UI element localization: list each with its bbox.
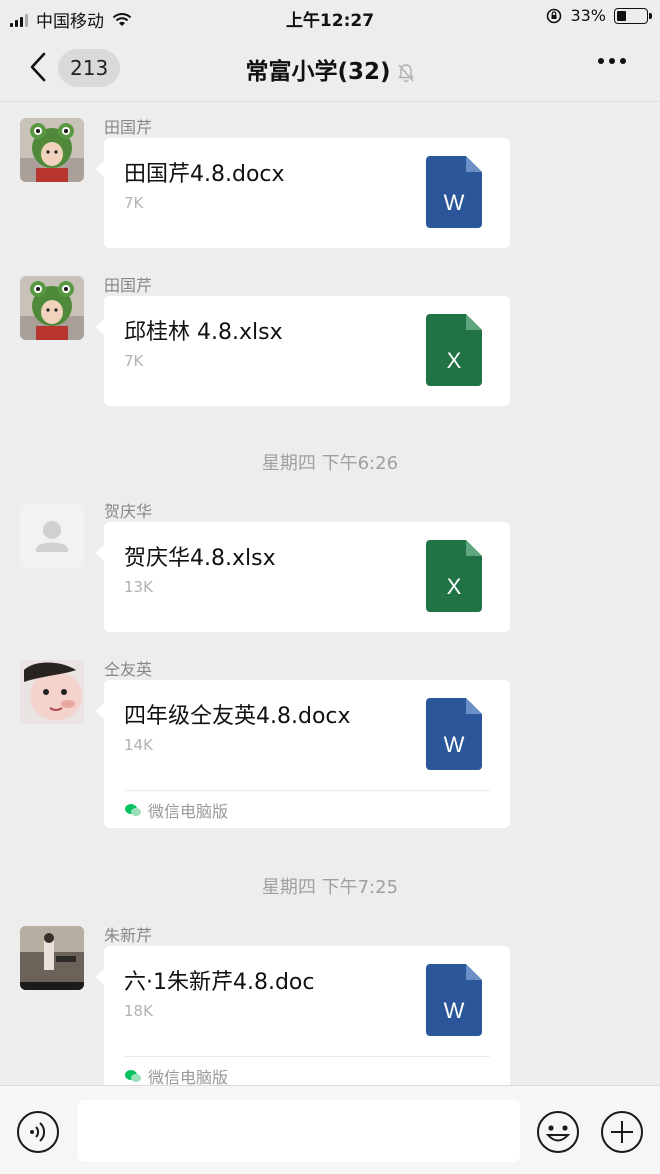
source-label: 微信电脑版 bbox=[148, 801, 229, 821]
file-name: 贺庆华4.8.xlsx bbox=[124, 546, 276, 571]
avatar[interactable] bbox=[20, 926, 84, 990]
file-name: 四年级仝友英4.8.docx bbox=[124, 704, 351, 729]
child-face-photo bbox=[20, 660, 84, 724]
sender-name: 田国芹 bbox=[104, 276, 153, 295]
rotation-lock-icon bbox=[547, 8, 562, 23]
excel-file-icon: X bbox=[426, 540, 482, 612]
frog-hat-child-photo bbox=[20, 118, 84, 182]
file-name: 六·1朱新芹4.8.doc bbox=[124, 970, 315, 995]
avatar[interactable] bbox=[20, 276, 84, 340]
sender-name: 仝友英 bbox=[104, 660, 153, 679]
file-message-bubble[interactable]: 四年级仝友英4.8.docx 14K W 微信电脑版 bbox=[95, 680, 510, 828]
file-name: 田国芹4.8.docx bbox=[124, 162, 285, 187]
bell-off-icon bbox=[397, 63, 414, 82]
sender-name: 朱新芹 bbox=[104, 926, 153, 945]
ellipsis-icon bbox=[598, 58, 604, 64]
more-button[interactable] bbox=[598, 58, 626, 64]
input-bar bbox=[0, 1085, 660, 1174]
word-file-icon: W bbox=[426, 964, 482, 1036]
chat-title: 常富小学(32) bbox=[245, 59, 391, 85]
file-size: 13K bbox=[124, 578, 153, 596]
sender-name: 田国芹 bbox=[104, 118, 153, 137]
plus-circle-icon[interactable] bbox=[600, 1110, 644, 1154]
timestamp: 星期四 下午7:25 bbox=[261, 877, 399, 898]
file-type-letter: W bbox=[444, 732, 465, 757]
source-footer: 微信电脑版 bbox=[124, 1056, 490, 1085]
source-footer: 微信电脑版 bbox=[124, 790, 490, 828]
word-file-icon: W bbox=[426, 156, 482, 228]
file-type-letter: X bbox=[447, 348, 462, 373]
file-message-bubble[interactable]: 六·1朱新芹4.8.doc 18K W 微信电脑版 bbox=[95, 946, 510, 1085]
battery-info: 33% bbox=[546, 6, 652, 25]
status-bar: 中国移动 上午12:27 33% bbox=[0, 0, 660, 34]
sender-name: 贺庆华 bbox=[104, 502, 153, 521]
file-size: 18K bbox=[124, 1002, 153, 1020]
chat-header: 213 常富小学(32) bbox=[0, 34, 660, 102]
file-type-letter: X bbox=[447, 574, 462, 599]
file-type-letter: W bbox=[444, 998, 465, 1023]
file-message-bubble[interactable]: 邱桂林 4.8.xlsx 7K X bbox=[95, 296, 510, 406]
file-message-bubble[interactable]: 田国芹4.8.docx 7K W bbox=[95, 138, 510, 248]
avatar[interactable] bbox=[20, 504, 84, 568]
emoji-icon[interactable] bbox=[536, 1110, 580, 1154]
file-size: 7K bbox=[124, 194, 144, 212]
timestamp: 星期四 下午6:26 bbox=[261, 453, 399, 474]
frog-hat-child-photo bbox=[20, 276, 84, 340]
source-label: 微信电脑版 bbox=[148, 1067, 229, 1086]
voice-icon[interactable] bbox=[16, 1110, 60, 1154]
excel-file-icon: X bbox=[426, 314, 482, 386]
wechat-icon bbox=[125, 1069, 141, 1082]
file-size: 7K bbox=[124, 352, 144, 370]
file-message-bubble[interactable]: 贺庆华4.8.xlsx 13K X bbox=[95, 522, 510, 632]
word-file-icon: W bbox=[426, 698, 482, 770]
battery-icon bbox=[614, 7, 652, 24]
avatar[interactable] bbox=[20, 118, 84, 182]
wechat-icon bbox=[125, 803, 141, 816]
file-type-letter: W bbox=[444, 190, 465, 215]
battery-percent: 33% bbox=[570, 6, 606, 25]
default-user-avatar bbox=[20, 504, 84, 568]
avatar[interactable] bbox=[20, 660, 84, 724]
battery-level bbox=[617, 10, 627, 21]
message-input[interactable] bbox=[78, 1100, 520, 1162]
chat-title-wrap[interactable]: 常富小学(32) bbox=[0, 52, 660, 86]
message-list[interactable]: 田国芹 田国芹4.8.docx 7K W 田国芹 邱桂林 4.8.xlsx 7K… bbox=[0, 102, 660, 1085]
file-size: 14K bbox=[124, 736, 153, 754]
file-name: 邱桂林 4.8.xlsx bbox=[124, 320, 283, 345]
outdoor-photo bbox=[20, 926, 84, 990]
